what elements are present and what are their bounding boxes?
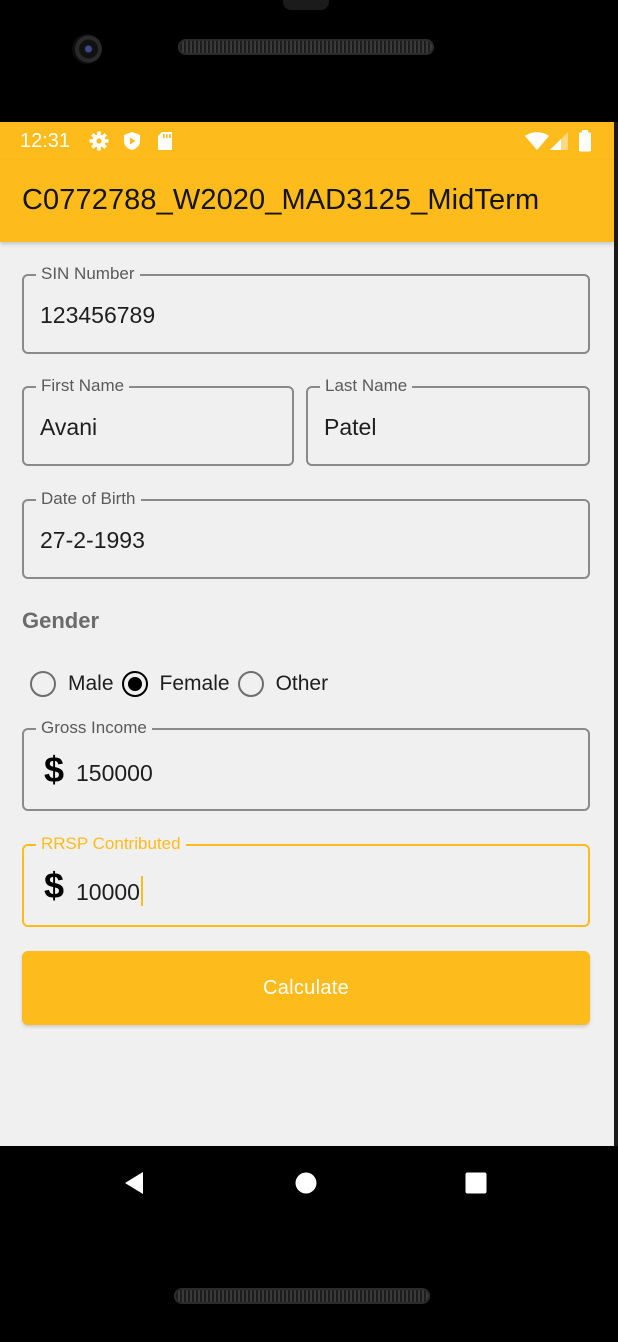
dollar-icon: $ (44, 865, 65, 906)
app-screen: 12:31 C0772788_W2020_MAD3125_MidTerm SIN… (0, 122, 614, 1146)
rrsp-contributed-value: 10000 (76, 879, 140, 905)
front-camera (72, 34, 102, 64)
last-name-label: Last Name (320, 374, 413, 398)
last-name-field[interactable]: Last Name Patel (306, 374, 590, 466)
text-cursor (140, 876, 143, 906)
date-of-birth-value: 27-2-1993 (40, 527, 145, 553)
status-time: 12:31 (20, 130, 71, 152)
navigation-bar (0, 1146, 618, 1218)
date-of-birth-label: Date of Birth (36, 487, 141, 511)
radio-female-label[interactable]: Female (160, 672, 230, 696)
status-bar: 12:31 (0, 122, 614, 160)
dollar-icon: $ (44, 749, 65, 790)
radio-other[interactable] (237, 671, 264, 697)
date-of-birth-field[interactable]: Date of Birth 27-2-1993 (22, 487, 590, 579)
recents-icon[interactable] (461, 1168, 491, 1198)
radio-male-label[interactable]: Male (68, 672, 114, 696)
app-title: C0772788_W2020_MAD3125_MidTerm (22, 184, 540, 216)
device-top-notch (283, 0, 329, 10)
radio-selected-dot (127, 677, 142, 691)
first-name-field[interactable]: First Name Avani (22, 374, 294, 466)
first-name-label: First Name (36, 374, 130, 398)
home-icon[interactable] (291, 1168, 321, 1198)
earpiece-speaker (178, 39, 434, 55)
calculate-button[interactable]: Calculate (22, 951, 590, 1025)
gender-heading: Gender (22, 608, 100, 633)
gross-income-field[interactable]: Gross Income $ 150000 (22, 716, 590, 811)
screen-edge (614, 122, 618, 1146)
sin-number-value: 123456789 (40, 302, 156, 328)
signal-icon (548, 130, 570, 152)
radio-female[interactable] (121, 671, 148, 697)
radio-male[interactable] (30, 671, 56, 697)
rrsp-contributed-value-wrap: 10000 (76, 876, 143, 906)
gross-income-value: 150000 (76, 760, 153, 786)
back-icon[interactable] (119, 1168, 149, 1198)
app-bar: C0772788_W2020_MAD3125_MidTerm (0, 160, 614, 242)
gender-radio-group: Male Female Other (30, 668, 336, 700)
rrsp-contributed-field[interactable]: RRSP Contributed $ 10000 (22, 832, 590, 927)
battery-icon (574, 130, 596, 152)
rrsp-contributed-label: RRSP Contributed (36, 832, 186, 856)
radio-other-label[interactable]: Other (276, 672, 329, 696)
last-name-value: Patel (324, 414, 377, 440)
wifi-icon (524, 130, 550, 152)
sin-number-field[interactable]: SIN Number 123456789 (22, 262, 590, 354)
gross-income-label: Gross Income (36, 716, 152, 740)
sin-number-label: SIN Number (36, 262, 140, 286)
first-name-value: Avani (40, 414, 98, 440)
gear-icon (88, 130, 110, 152)
sd-card-icon (154, 130, 176, 152)
play-protect-icon (121, 130, 143, 152)
bottom-speaker (174, 1288, 430, 1304)
